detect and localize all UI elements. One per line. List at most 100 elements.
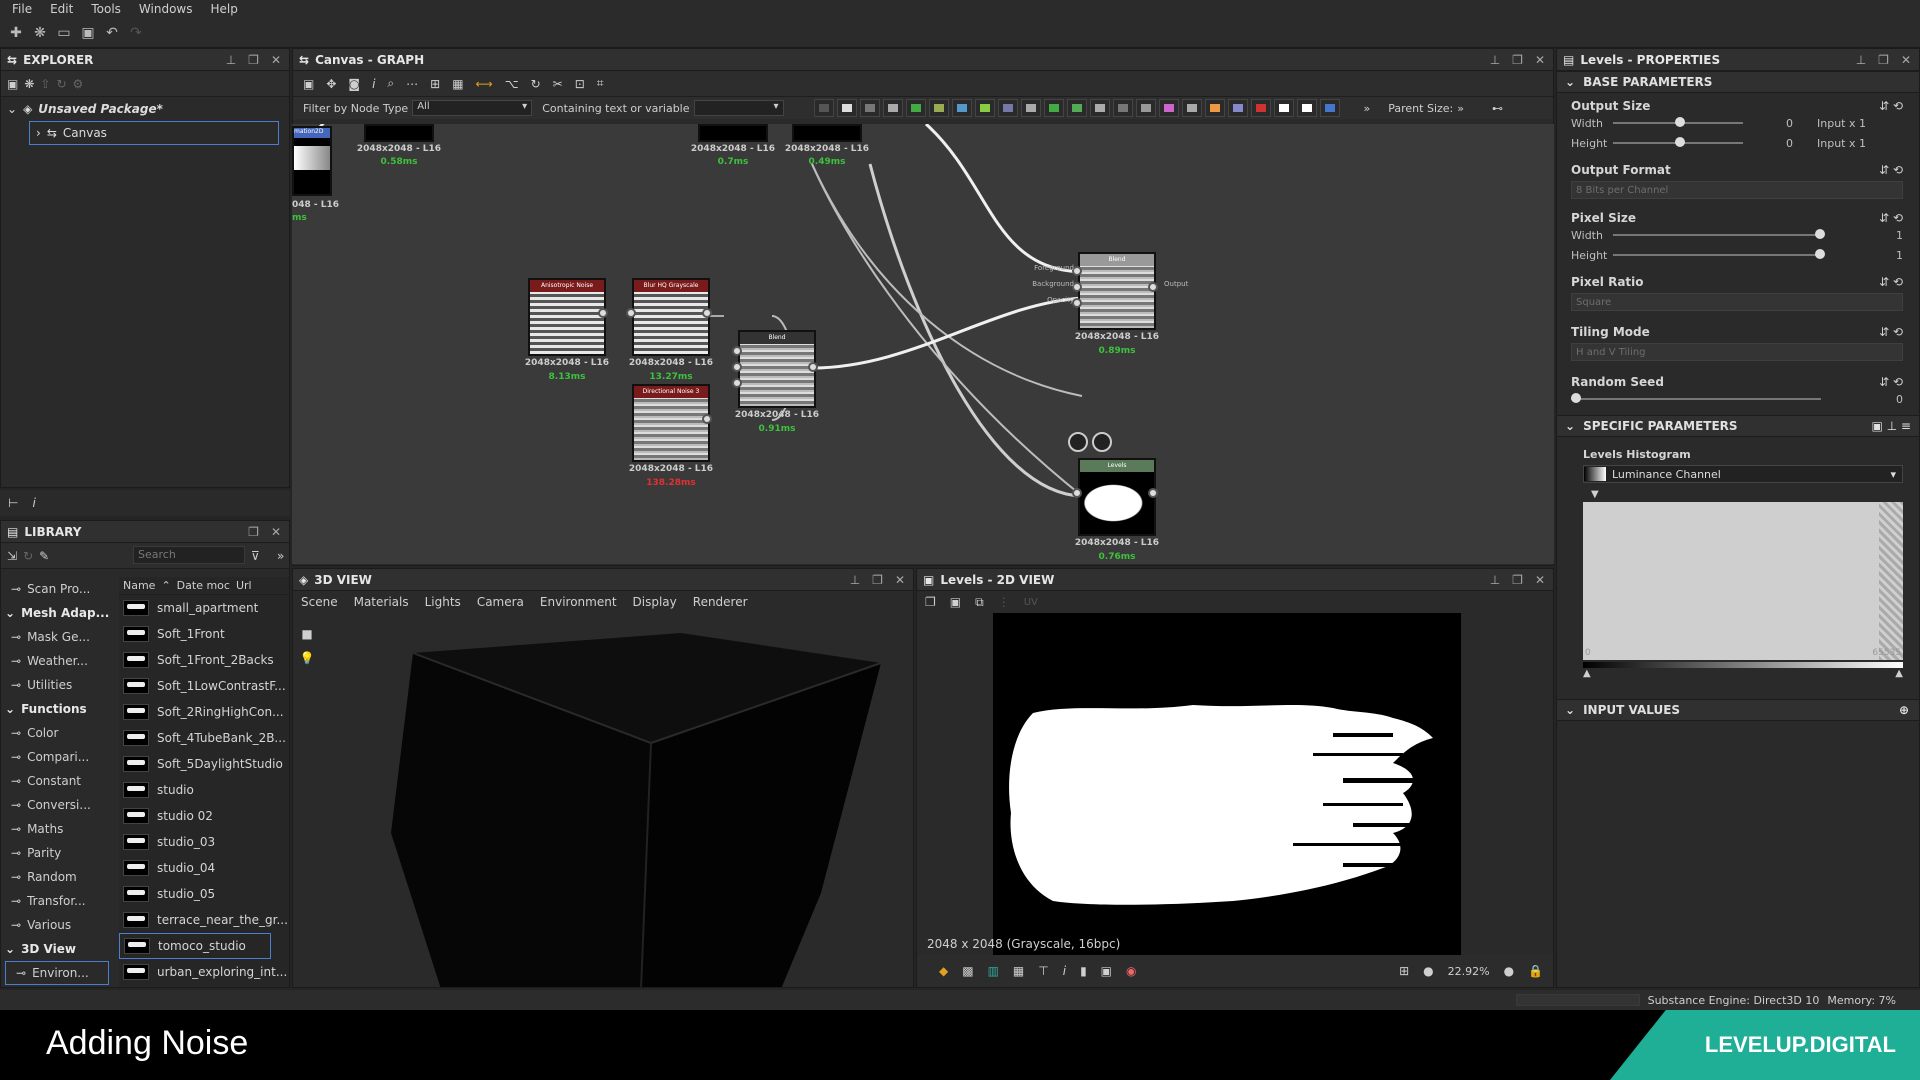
pin-icon[interactable] <box>1092 432 1112 452</box>
library-category-item[interactable]: ⊸ Environ... <box>5 961 109 985</box>
save-icon[interactable]: ▣ <box>78 23 98 43</box>
library-category-item[interactable]: ⊸ Color <box>1 721 119 745</box>
channels-icon[interactable]: ▥ <box>988 964 999 978</box>
channel-select[interactable]: Luminance Channel ▾ <box>1583 465 1903 483</box>
info-icon[interactable]: i <box>1063 964 1066 978</box>
settings-icon[interactable]: ⚙ <box>73 77 84 91</box>
package-row[interactable]: ⌄ ◈ Unsaved Package* <box>1 97 289 121</box>
node-port[interactable] <box>702 308 712 318</box>
camera-icon[interactable]: ■ <box>301 627 312 641</box>
specific-parameters-section[interactable]: ⌄ SPECIFIC PARAMETERS ▣ ⊥ ≡ <box>1557 415 1919 437</box>
node-port[interactable] <box>1148 488 1158 498</box>
node-palette-icon[interactable] <box>951 99 972 117</box>
export-icon[interactable]: ⧉ <box>975 595 984 610</box>
close-icon[interactable]: ✕ <box>1901 53 1911 67</box>
library-category-item[interactable]: ⊸ Mask Ge... <box>1 625 119 649</box>
zoom-reset-icon[interactable]: ● <box>1504 964 1514 978</box>
output-width-mode[interactable]: Input x 1 <box>1817 117 1866 130</box>
zoom-icon[interactable]: ⌕ <box>387 76 394 91</box>
library-item[interactable]: Soft_1Front_2Backs <box>119 647 289 673</box>
col-url[interactable]: Url <box>236 579 252 592</box>
float-icon[interactable]: ❐ <box>1512 53 1523 67</box>
crop-icon[interactable]: ⌗ <box>597 76 604 91</box>
graph-node-partial[interactable] <box>364 124 434 142</box>
view3d-viewport[interactable] <box>321 613 913 987</box>
snap-icon[interactable]: ⊡ <box>575 77 585 91</box>
node-palette-icon[interactable] <box>1158 99 1179 117</box>
node-palette-icon[interactable] <box>974 99 995 117</box>
expand-icon[interactable]: » <box>277 549 284 563</box>
tiling-mode-select[interactable]: H and V Tiling <box>1571 343 1903 361</box>
node-palette-icon[interactable] <box>813 99 834 117</box>
pin-icon[interactable]: ⊥ <box>226 53 236 67</box>
node-palette-icon[interactable] <box>1250 99 1271 117</box>
library-item[interactable]: small_apartment <box>119 595 289 621</box>
node-palette-icon[interactable] <box>1296 99 1317 117</box>
random-seed-slider[interactable] <box>1571 393 1821 403</box>
library-item[interactable]: Soft_1Front <box>119 621 289 647</box>
library-category-item[interactable]: ⊸ Conversi... <box>1 793 119 817</box>
node-port[interactable] <box>626 308 636 318</box>
chevron-right-icon[interactable]: › <box>36 126 41 140</box>
max-handle-icon[interactable]: ▲ <box>1895 668 1903 679</box>
refresh-icon[interactable]: ↻ <box>56 77 66 91</box>
view3d-menu-renderer[interactable]: Renderer <box>685 595 756 609</box>
node-palette-icon[interactable] <box>1273 99 1294 117</box>
node-palette-icon[interactable] <box>882 99 903 117</box>
input-values-section[interactable]: ⌄ INPUT VALUES ⊕ <box>1557 699 1919 721</box>
grid-icon[interactable]: ▦ <box>1013 964 1024 978</box>
cycle-icon[interactable]: ↻ <box>531 77 541 91</box>
graph-node-partial[interactable] <box>698 124 768 142</box>
float-icon[interactable]: ❐ <box>1512 573 1523 587</box>
library-category-item[interactable]: ⊸ Constant <box>1 769 119 793</box>
pixel-height-slider[interactable] <box>1613 249 1825 259</box>
pin-icon[interactable]: ⊥ <box>850 573 860 587</box>
node-port[interactable] <box>732 378 742 388</box>
library-item[interactable]: Soft_2RingHighCon... <box>119 699 289 725</box>
library-category-item[interactable]: ⊸ Weather... <box>1 649 119 673</box>
layers-icon[interactable]: ◆ <box>939 964 948 978</box>
col-name[interactable]: Name <box>123 579 155 592</box>
library-item[interactable]: terrace_near_the_gr... <box>119 907 289 933</box>
uv-toggle[interactable]: UV <box>1024 597 1038 608</box>
save-icon[interactable]: ▣ <box>950 595 961 609</box>
col-date[interactable]: Date moc <box>177 579 230 592</box>
redo-icon[interactable]: ↷ <box>126 23 146 43</box>
view2d-viewport[interactable]: 2048 x 2048 (Grayscale, 16bpc) <box>917 613 1553 955</box>
menu-windows[interactable]: Windows <box>133 2 205 16</box>
library-category-item[interactable]: ⊸ Transfor... <box>1 889 119 913</box>
view3d-menu-environment[interactable]: Environment <box>532 595 625 609</box>
param-link-icon[interactable]: ⇵ ⟲ <box>1879 211 1903 225</box>
library-item[interactable]: studio_04 <box>119 855 289 881</box>
node-palette-icon[interactable] <box>1066 99 1087 117</box>
pin-icon[interactable]: ⊥ <box>1490 573 1500 587</box>
library-category-item[interactable]: ⊸ Maths <box>1 817 119 841</box>
node-palette-icon[interactable] <box>1043 99 1064 117</box>
histogram-graph[interactable]: 0 65535 <box>1583 502 1903 660</box>
library-item[interactable]: studio <box>119 777 289 803</box>
filter-icon[interactable]: ⊽ <box>251 549 260 563</box>
node-palette-icon[interactable] <box>1204 99 1225 117</box>
refresh-icon[interactable]: ↻ <box>23 549 33 563</box>
graph-node-partial[interactable] <box>792 124 862 142</box>
pixel-ratio-select[interactable]: Square <box>1571 293 1903 311</box>
chevron-down-icon[interactable]: ⌄ <box>7 102 17 116</box>
node-palette-icon[interactable] <box>836 99 857 117</box>
library-category-item[interactable]: ⊸ Random <box>1 865 119 889</box>
param-link-icon[interactable]: ⇵ ⟲ <box>1879 275 1903 289</box>
pin-icon[interactable]: ⊥ <box>1856 53 1866 67</box>
float-icon[interactable]: ❐ <box>872 573 883 587</box>
base-parameters-section[interactable]: ⌄ BASE PARAMETERS <box>1557 71 1919 93</box>
close-icon[interactable]: ✕ <box>1535 573 1545 587</box>
graph-node-levels[interactable]: Levels <box>1078 458 1156 536</box>
open-folder-icon[interactable]: ▭ <box>54 23 74 43</box>
parent-size-more-icon[interactable]: » <box>1457 102 1464 115</box>
doc-icon[interactable] <box>1068 432 1088 452</box>
library-item[interactable]: Soft_1LowContrastF... <box>119 673 289 699</box>
library-item[interactable]: studio 02 <box>119 803 289 829</box>
link-icon[interactable]: ⟷ <box>476 77 493 91</box>
pin-icon[interactable]: ⊥ <box>1490 53 1500 67</box>
output-height-slider[interactable] <box>1613 137 1743 147</box>
node-port[interactable] <box>732 362 742 372</box>
graph-node-blend2[interactable]: Blend <box>1078 252 1156 330</box>
